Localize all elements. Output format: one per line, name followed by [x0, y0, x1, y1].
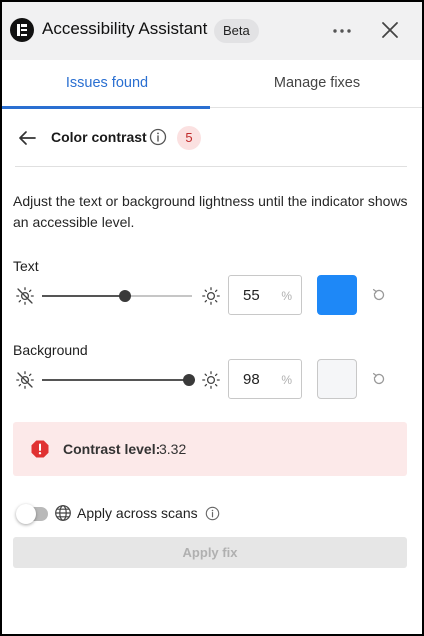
contrast-value: 3.32 — [159, 441, 187, 457]
back-button[interactable] — [16, 128, 38, 148]
panel-header: Accessibility Assistant Beta — [2, 2, 422, 60]
globe-icon — [54, 504, 72, 522]
brightness-high-icon[interactable] — [201, 370, 221, 390]
assistant-panel: Accessibility Assistant Beta Issues foun… — [0, 0, 424, 636]
toggle-knob — [16, 504, 36, 524]
app-title: Accessibility Assistant — [42, 19, 208, 38]
background-color-swatch[interactable] — [317, 359, 357, 399]
contrast-label: Contrast level: — [63, 441, 161, 457]
arrow-left-icon — [19, 131, 36, 145]
issue-title: Color contrast — [51, 129, 147, 145]
text-color-swatch[interactable] — [317, 275, 357, 315]
contrast-level-indicator: Contrast level: 3.32 — [13, 422, 407, 476]
more-options-button[interactable] — [330, 20, 354, 42]
slider-fill — [42, 379, 189, 381]
text-lightness-input[interactable]: 55 % — [228, 275, 302, 315]
tab-label: Issues found — [65, 75, 149, 91]
slider-thumb[interactable] — [183, 374, 195, 386]
alert-octagon-icon — [30, 439, 50, 459]
active-tab-indicator — [2, 106, 210, 109]
text-lightness-slider[interactable] — [42, 290, 192, 302]
tab-issues-found[interactable]: Issues found — [2, 60, 212, 109]
background-lightness-input[interactable]: 98 % — [228, 359, 302, 399]
background-lightness-slider[interactable] — [42, 374, 195, 386]
info-icon[interactable] — [149, 128, 167, 146]
brightness-high-icon[interactable] — [201, 286, 221, 306]
apply-across-scans-toggle[interactable] — [16, 504, 48, 524]
input-value: 98 — [243, 371, 260, 388]
input-value: 55 — [243, 287, 260, 304]
tab-manage-fixes[interactable]: Manage fixes — [212, 60, 422, 108]
text-label: Text — [13, 258, 39, 274]
slider-thumb[interactable] — [118, 290, 131, 302]
apply-fix-button[interactable]: Apply fix — [13, 537, 407, 568]
info-icon[interactable] — [205, 506, 220, 521]
slider-fill — [42, 295, 125, 297]
elementor-logo-icon — [10, 18, 34, 42]
close-button[interactable] — [378, 18, 402, 42]
input-unit: % — [281, 289, 292, 303]
background-label: Background — [13, 342, 88, 358]
issue-count-badge: 5 — [177, 126, 201, 150]
apply-across-scans-label: Apply across scans — [77, 505, 198, 521]
beta-badge: Beta — [214, 19, 259, 43]
more-horizontal-icon — [333, 29, 351, 33]
input-unit: % — [281, 373, 292, 387]
reset-icon[interactable] — [371, 287, 387, 303]
instructions-text: Adjust the text or background lightness … — [13, 193, 408, 230]
reset-icon[interactable] — [371, 371, 387, 387]
close-icon — [382, 22, 398, 38]
brightness-low-icon[interactable] — [15, 370, 35, 390]
brightness-low-icon[interactable] — [15, 286, 35, 306]
divider — [15, 166, 407, 167]
tab-bar: Issues found Manage fixes — [2, 60, 422, 109]
tab-label: Manage fixes — [273, 75, 361, 91]
